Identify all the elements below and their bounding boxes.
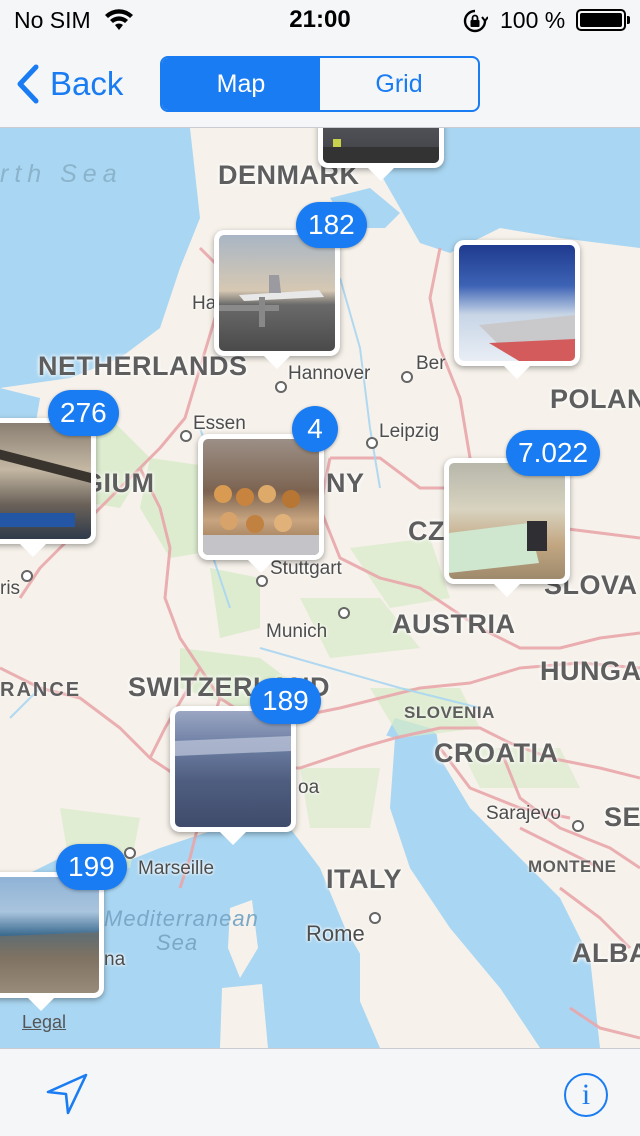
photo-pin-germany-north[interactable] xyxy=(214,230,340,369)
label-austria: AUSTRIA xyxy=(392,609,516,639)
photo-pin-marseille[interactable] xyxy=(0,872,104,1011)
label-paris: ris xyxy=(0,578,21,599)
photo-thumbnail xyxy=(459,245,575,361)
label-croatia: CROATIA xyxy=(434,738,559,768)
label-albania: ALBA xyxy=(572,938,640,968)
legal-link[interactable]: Legal xyxy=(22,1012,66,1033)
photo-pin-czech[interactable] xyxy=(444,458,570,597)
segment-map[interactable]: Map xyxy=(162,58,320,110)
city-dot-munich xyxy=(338,607,350,619)
label-munich: Munich xyxy=(266,621,328,642)
photo-thumbnail xyxy=(0,877,99,993)
label-poland: POLAN xyxy=(550,384,640,414)
photo-thumbnail xyxy=(175,711,291,827)
cluster-count-badge[interactable]: 276 xyxy=(48,390,119,436)
label-france: RANCE xyxy=(0,679,82,701)
city-dot-sarajevo xyxy=(572,820,584,832)
label-berlin: Ber xyxy=(416,353,446,374)
city-dot-essen xyxy=(180,430,192,442)
label-hamburg: Ha xyxy=(192,293,217,314)
city-dot-berlin xyxy=(401,371,413,383)
photo-thumbnail xyxy=(449,463,565,579)
label-north-sea: rth Sea xyxy=(0,160,123,188)
cluster-count-badge[interactable]: 199 xyxy=(56,844,127,890)
label-stuttgart: Stuttgart xyxy=(270,558,342,579)
label-mediterranean: Mediterranean xyxy=(104,906,259,931)
status-bar: No SIM 21:00 100 % xyxy=(0,0,640,40)
label-nice: na xyxy=(104,949,126,970)
info-icon[interactable]: i xyxy=(564,1073,608,1117)
segment-grid[interactable]: Grid xyxy=(320,58,478,110)
label-sarajevo: Sarajevo xyxy=(486,803,561,824)
label-germany: NY xyxy=(326,468,365,498)
label-essen: Essen xyxy=(193,413,246,434)
city-dot-stuttgart xyxy=(256,575,268,587)
city-dot-marseille xyxy=(124,847,136,859)
back-label: Back xyxy=(50,65,124,102)
label-genoa: oa xyxy=(298,777,320,798)
city-dot-leipzig xyxy=(366,437,378,449)
label-italy: ITALY xyxy=(326,864,403,894)
label-marseille: Marseille xyxy=(138,858,215,879)
label-serbia: SE xyxy=(604,802,640,832)
bottom-toolbar: i xyxy=(0,1048,640,1136)
battery-icon xyxy=(576,9,630,31)
photos-map-screen: No SIM 21:00 100 % Back Map Grid DENMARK… xyxy=(0,0,640,1136)
navigation-bar: Back Map Grid xyxy=(0,40,640,128)
map-view[interactable]: DENMARK NETHERLANDS GIUM NY POLAN CZ SLO… xyxy=(0,42,640,1048)
label-netherlands: NETHERLANDS xyxy=(38,351,248,381)
cluster-count-badge[interactable]: 4 xyxy=(292,406,338,452)
photo-thumbnail xyxy=(203,439,319,555)
photo-pin-germany-central[interactable] xyxy=(198,434,324,573)
photo-thumbnail xyxy=(0,423,91,539)
label-hannover: Hannover xyxy=(288,363,371,384)
label-montenegro: MONTENE xyxy=(528,857,617,876)
label-leipzig: Leipzig xyxy=(379,421,440,442)
location-arrow-icon[interactable] xyxy=(42,1071,92,1117)
cluster-count-badge[interactable]: 182 xyxy=(296,202,367,248)
label-rome: Rome xyxy=(306,921,365,946)
battery-percentage: 100 % xyxy=(500,7,566,33)
city-dot-hannover xyxy=(275,381,287,393)
back-button[interactable]: Back xyxy=(14,62,123,106)
photo-thumbnail xyxy=(219,235,335,351)
chevron-left-icon xyxy=(17,64,39,104)
cluster-count-badge[interactable]: 189 xyxy=(250,678,321,724)
label-czech: CZ xyxy=(408,516,445,546)
view-segmented-control: Map Grid xyxy=(160,56,480,112)
label-hungary: HUNGA xyxy=(540,656,640,686)
label-slovenia: SLOVENIA xyxy=(404,703,495,722)
photo-pin-belgium[interactable] xyxy=(0,418,96,557)
cluster-count-badge[interactable]: 7.022 xyxy=(506,430,601,476)
rotation-lock-icon xyxy=(463,9,488,33)
city-dot-paris xyxy=(21,570,33,582)
photo-pin-poland-west[interactable] xyxy=(454,240,580,379)
city-dot-rome xyxy=(369,912,381,924)
photo-pin-switzerland[interactable] xyxy=(170,706,296,845)
label-mediterranean-sea: Sea xyxy=(156,930,199,955)
